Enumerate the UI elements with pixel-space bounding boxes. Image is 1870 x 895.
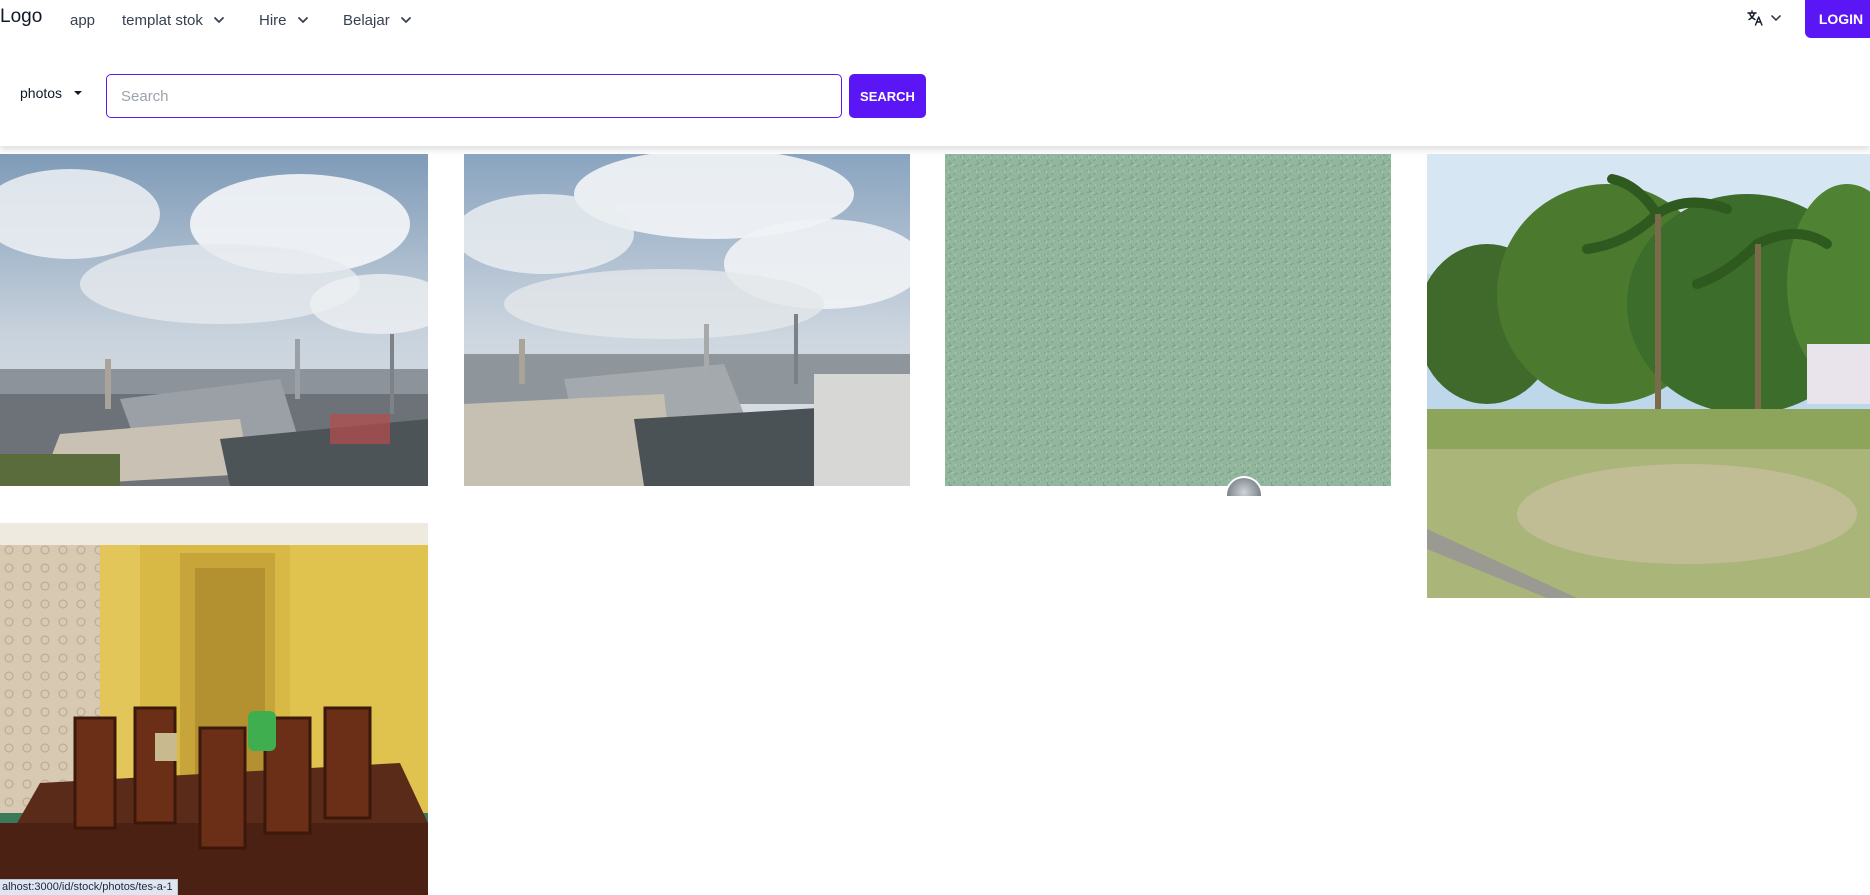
- chevron-down-icon: [1771, 15, 1781, 21]
- nav-item-label: app: [70, 11, 96, 29]
- photo-image: [464, 154, 910, 486]
- chevron-down-icon: [400, 17, 411, 23]
- nav-item-hire[interactable]: Hire: [259, 9, 310, 31]
- chevron-down-icon: [297, 17, 308, 23]
- language-switcher[interactable]: [1746, 6, 1788, 30]
- chevron-down-icon: [213, 17, 224, 23]
- nav-item-label: Hire: [259, 11, 287, 29]
- nav-item-belajar[interactable]: Belajar: [343, 9, 413, 31]
- photo-image: [0, 154, 428, 486]
- photo-card[interactable]: [945, 154, 1391, 486]
- category-select[interactable]: photos: [20, 84, 83, 102]
- top-navbar: Logo app templat stok Hire Belajar LOGIN: [0, 0, 1870, 44]
- search-panel: photos SEARCH: [0, 44, 1870, 146]
- search-input[interactable]: [106, 74, 842, 118]
- photo-image: [0, 523, 428, 895]
- photo-card[interactable]: [464, 154, 910, 486]
- logo[interactable]: Logo: [0, 6, 42, 28]
- photo-card[interactable]: [0, 523, 428, 895]
- nav-item-label: templat stok: [122, 11, 203, 29]
- photo-image: [945, 154, 1391, 486]
- caret-down-icon: [74, 91, 83, 95]
- photo-card[interactable]: [0, 154, 428, 486]
- photo-card[interactable]: [1427, 154, 1870, 598]
- status-bar-url: alhost:3000/id/stock/photos/tes-a-1: [0, 879, 178, 895]
- search-button[interactable]: SEARCH: [849, 74, 926, 118]
- nav-item-app[interactable]: app: [70, 9, 95, 31]
- nav-item-label: Belajar: [343, 11, 390, 29]
- login-button[interactable]: LOGIN: [1805, 0, 1870, 38]
- translate-icon: [1747, 10, 1763, 26]
- category-select-value: photos: [20, 85, 63, 101]
- nav-item-templat-stok[interactable]: templat stok: [122, 9, 226, 31]
- photo-image: [1427, 154, 1870, 598]
